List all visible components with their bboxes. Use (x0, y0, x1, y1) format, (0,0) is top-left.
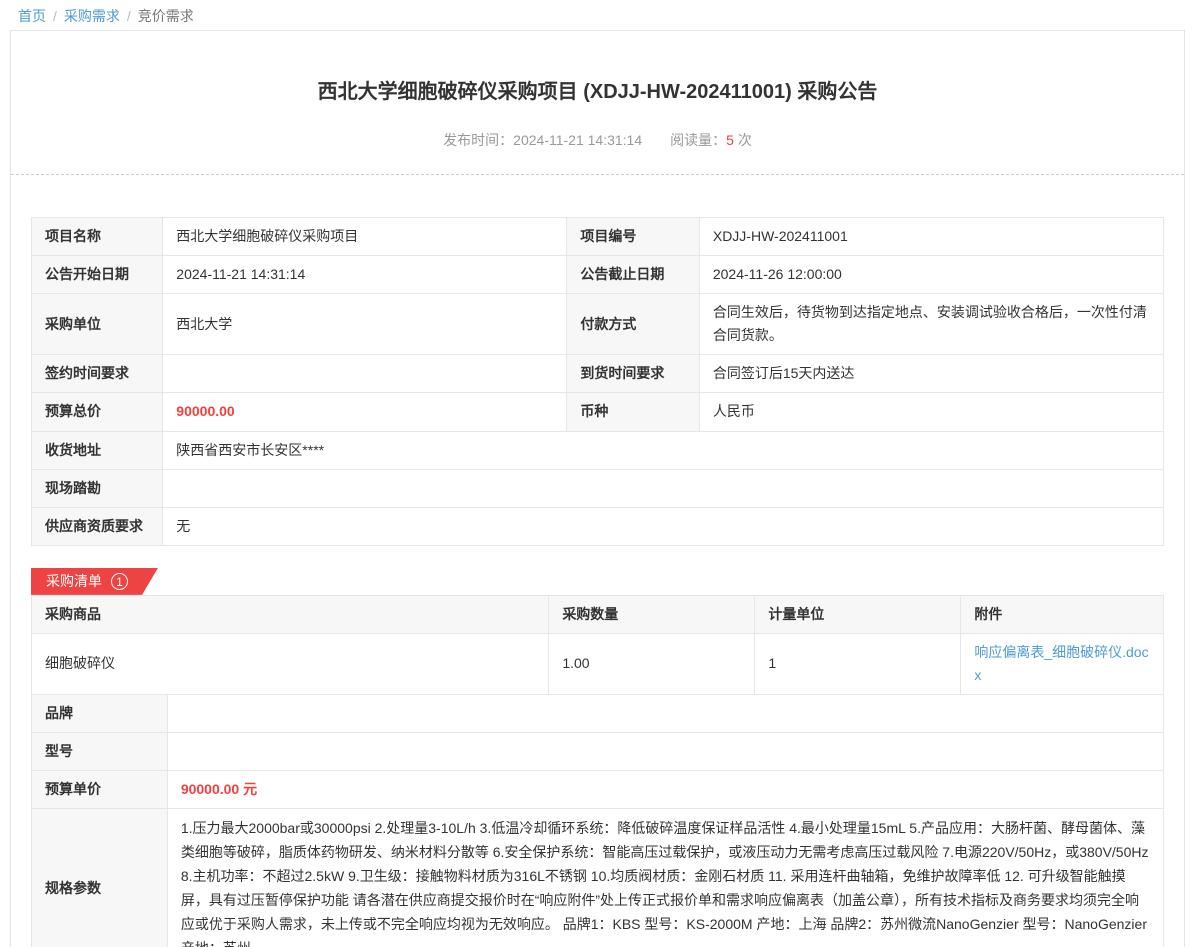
column-header-unit: 计量单位 (755, 595, 961, 633)
tab-purchase-list[interactable]: 采购清单 1 (31, 568, 158, 595)
table-row: 签约时间要求 到货时间要求 合同签订后15天内送达 (32, 355, 1164, 393)
field-value: 西北大学 (163, 294, 567, 355)
field-label: 项目编号 (567, 218, 699, 256)
field-label: 预算总价 (32, 393, 163, 431)
field-label: 付款方式 (567, 294, 699, 355)
purchase-list-count-badge: 1 (111, 573, 128, 590)
product-quantity: 1.00 (549, 633, 755, 694)
table-row: 预算单价 90000.00 元 (32, 771, 1164, 809)
breadcrumb-separator: / (53, 8, 57, 24)
attachment-link[interactable]: 响应偏离表_细胞破碎仪.docx (974, 644, 1148, 683)
field-label: 签约时间要求 (32, 355, 163, 393)
field-label: 现场踏勘 (32, 469, 163, 507)
field-value: 无 (163, 507, 1164, 545)
project-info-table: 项目名称 西北大学细胞破碎仪采购项目 项目编号 XDJJ-HW-20241100… (31, 217, 1164, 546)
field-value: 西北大学细胞破碎仪采购项目 (163, 218, 567, 256)
field-label: 到货时间要求 (567, 355, 699, 393)
column-header-attachment: 附件 (961, 595, 1164, 633)
field-value: 合同签订后15天内送达 (699, 355, 1163, 393)
column-header-product: 采购商品 (32, 595, 549, 633)
breadcrumb-home-link[interactable]: 首页 (18, 8, 46, 24)
field-value: XDJJ-HW-202411001 (699, 218, 1163, 256)
field-value (163, 469, 1164, 507)
table-row: 供应商资质要求 无 (32, 507, 1164, 545)
field-label: 币种 (567, 393, 699, 431)
field-label: 型号 (32, 733, 168, 771)
publish-time-value: 2024-11-21 14:31:14 (513, 132, 642, 148)
breadcrumb: 首页 / 采购需求 / 竞价需求 (0, 0, 1195, 30)
field-label: 供应商资质要求 (32, 507, 163, 545)
field-value (163, 355, 567, 393)
table-row: 品牌 (32, 695, 1164, 733)
product-name: 细胞破碎仪 (32, 633, 549, 694)
field-label: 公告开始日期 (32, 256, 163, 294)
product-unit: 1 (755, 633, 961, 694)
field-label: 规格参数 (32, 809, 168, 947)
read-count-label: 阅读量： (670, 132, 726, 148)
table-row: 现场踏勘 (32, 469, 1164, 507)
breadcrumb-purchase-demand-link[interactable]: 采购需求 (64, 8, 120, 24)
publish-time-label: 发布时间： (443, 132, 513, 148)
column-header-quantity: 采购数量 (549, 595, 755, 633)
model-value (167, 733, 1163, 771)
table-row: 采购单位 西北大学 付款方式 合同生效后，待货物到达指定地点、安装调试验收合格后… (32, 294, 1164, 355)
table-row: 型号 (32, 733, 1164, 771)
announcement-card: 西北大学细胞破碎仪采购项目 (XDJJ-HW-202411001) 采购公告 发… (10, 30, 1185, 947)
read-count-value: 5 (726, 132, 734, 148)
table-row: 项目名称 西北大学细胞破碎仪采购项目 项目编号 XDJJ-HW-20241100… (32, 218, 1164, 256)
table-row: 细胞破碎仪 1.00 1 响应偏离表_细胞破碎仪.docx (32, 633, 1164, 694)
purchase-items-table: 采购商品 采购数量 计量单位 附件 细胞破碎仪 1.00 1 响应偏离表_细胞破… (31, 595, 1164, 695)
field-label: 预算单价 (32, 771, 168, 809)
field-label: 品牌 (32, 695, 168, 733)
product-detail-table: 品牌 型号 预算单价 90000.00 元 规格参数 1.压力最大2000bar… (31, 694, 1164, 947)
field-label: 项目名称 (32, 218, 163, 256)
page-title: 西北大学细胞破碎仪采购项目 (XDJJ-HW-202411001) 采购公告 (11, 75, 1184, 104)
field-value: 人民币 (699, 393, 1163, 431)
budget-total-value: 90000.00 (163, 393, 567, 431)
field-label: 公告截止日期 (567, 256, 699, 294)
field-value: 2024-11-26 12:00:00 (699, 256, 1163, 294)
table-row: 预算总价 90000.00 币种 人民币 (32, 393, 1164, 431)
table-row: 规格参数 1.压力最大2000bar或30000psi 2.处理量3-10L/h… (32, 809, 1164, 947)
breadcrumb-separator: / (127, 8, 131, 24)
table-header-row: 采购商品 采购数量 计量单位 附件 (32, 595, 1164, 633)
field-value: 合同生效后，待货物到达指定地点、安装调试验收合格后，一次性付清合同货款。 (699, 294, 1163, 355)
table-row: 公告开始日期 2024-11-21 14:31:14 公告截止日期 2024-1… (32, 256, 1164, 294)
spec-parameters-text: 1.压力最大2000bar或30000psi 2.处理量3-10L/h 3.低温… (167, 809, 1163, 947)
brand-value (167, 695, 1163, 733)
field-label: 采购单位 (32, 294, 163, 355)
field-label: 收货地址 (32, 431, 163, 469)
unit-budget-price: 90000.00 元 (167, 771, 1163, 809)
table-row: 收货地址 陕西省西安市长安区**** (32, 431, 1164, 469)
field-value: 2024-11-21 14:31:14 (163, 256, 567, 294)
purchase-list-tab-label: 采购清单 (46, 571, 102, 591)
publish-info: 发布时间：2024-11-21 14:31:14 阅读量：5 次 (11, 130, 1184, 175)
field-value: 陕西省西安市长安区**** (163, 431, 1164, 469)
read-count-unit: 次 (738, 132, 752, 148)
breadcrumb-current: 竞价需求 (138, 8, 194, 24)
